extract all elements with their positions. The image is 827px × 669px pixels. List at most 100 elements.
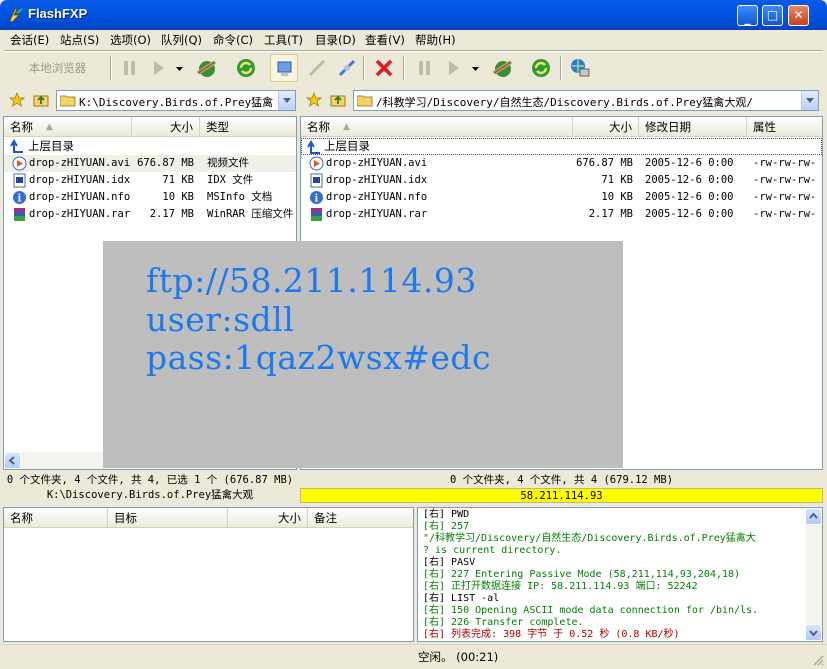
svg-text:i: i [315, 194, 319, 205]
menu-tools[interactable]: 工具(T) [264, 32, 303, 49]
table-row[interactable]: drop-zHIYUAN.idx 71 KB 2005-12-6 0:00 -r… [301, 172, 822, 189]
log-line: [右] 257 [423, 521, 470, 532]
parent-directory-row[interactable]: 上层目录 [4, 138, 296, 155]
favorites-star-icon[interactable] [306, 92, 322, 108]
log-line: [右] 226 Transfer complete. [423, 617, 584, 628]
menu-site[interactable]: 站点(S) [60, 32, 99, 49]
remote-path-dropdown-button[interactable] [801, 91, 818, 110]
chevron-down-icon [472, 67, 479, 71]
resize-grip-icon[interactable] [812, 654, 824, 666]
minimize-button[interactable]: _ [737, 5, 758, 26]
menu-commands[interactable]: 命令(C) [213, 32, 253, 49]
local-path-combobox[interactable]: K:\Discovery.Birds.of.Prey猛禽大 [56, 90, 296, 111]
transfer-remote-dropdown[interactable] [468, 54, 482, 82]
column-name[interactable]: 名称 ▲ [301, 117, 573, 137]
refresh-remote-button[interactable] [527, 54, 555, 82]
site-manager-button[interactable] [566, 54, 594, 82]
table-row[interactable]: drop-zHIYUAN.rar 2.17 MB WinRAR 压缩文件 [4, 206, 296, 223]
queue-column-size[interactable]: 大小 [228, 508, 308, 528]
menu-queue[interactable]: 队列(Q) [161, 32, 202, 49]
log-line: ? is current directory. [423, 545, 562, 556]
table-row[interactable]: drop-zHIYUAN.rar 2.17 MB 2005-12-6 0:00 … [301, 206, 822, 223]
column-name-label: 名称 [307, 120, 330, 134]
transfer-queue[interactable]: 名称 目标 大小 备注 [3, 507, 414, 642]
maximize-icon: □ [766, 8, 779, 22]
scroll-left-button[interactable] [4, 452, 21, 469]
parent-directory-label: 上层目录 [28, 139, 74, 153]
scroll-up-button[interactable] [805, 508, 822, 525]
menu-help[interactable]: 帮助(H) [415, 32, 456, 49]
menu-directory[interactable]: 目录(D) [315, 32, 356, 49]
column-attributes[interactable]: 属性 [747, 117, 822, 137]
connect-remote-button[interactable] [488, 54, 516, 82]
favorites-star-icon[interactable] [9, 92, 25, 108]
log-line: [右] 150 Opening ASCII mode data connecti… [423, 605, 759, 616]
file-size: 10 KB [601, 191, 633, 203]
folder-icon [357, 95, 373, 107]
file-name: drop-zHIYUAN.idx [326, 174, 428, 186]
transfer-button[interactable] [145, 54, 173, 82]
table-row[interactable]: drop-zHIYUAN.avi 676.87 MB 2005-12-6 0:0… [301, 155, 822, 172]
queue-column-name[interactable]: 名称 [4, 508, 108, 528]
file-name: drop-zHIYUAN.nfo [326, 191, 428, 203]
maximize-button[interactable]: □ [762, 5, 783, 26]
title-bar[interactable]: FlashFXP _ □ ✕ [0, 0, 827, 30]
scroll-down-button[interactable] [805, 624, 822, 641]
refresh-local-button[interactable] [232, 54, 260, 82]
svg-text:i: i [18, 194, 22, 205]
remote-path-bar: /科教学习/Discovery/自然生态/Discovery.Birds.of.… [300, 88, 823, 112]
parent-folder-icon[interactable] [33, 92, 49, 108]
local-path-dropdown-button[interactable] [278, 91, 295, 110]
menu-session[interactable]: 会话(E) [10, 32, 49, 49]
local-browser-button[interactable]: 本地浏览器 [10, 57, 105, 79]
pause-remote-button[interactable] [411, 54, 439, 82]
menu-view[interactable]: 查看(V) [365, 32, 405, 49]
file-name: drop-zHIYUAN.nfo [29, 191, 131, 203]
column-size[interactable]: 大小 [573, 117, 639, 137]
pause-button[interactable] [116, 54, 144, 82]
credentials-overlay: ftp://58.211.114.93 user:sdll pass:1qaz2… [103, 241, 623, 468]
queue-column-target[interactable]: 目标 [108, 508, 228, 528]
local-folder-button[interactable] [270, 54, 298, 82]
table-row[interactable]: i drop-zHIYUAN.nfo 10 KB MSInfo 文档 [4, 189, 296, 206]
column-size[interactable]: 大小 [132, 117, 200, 137]
idx-file-icon [13, 173, 26, 188]
file-name: drop-zHIYUAN.avi [326, 157, 428, 169]
chevron-down-icon [176, 67, 183, 71]
transfer-dropdown[interactable] [172, 54, 186, 82]
log-vertical-scrollbar[interactable] [805, 508, 822, 641]
menu-options[interactable]: 选项(O) [110, 32, 151, 49]
chevron-up-icon [809, 512, 818, 519]
sort-ascending-icon: ▲ [343, 122, 350, 132]
queue-column-notes[interactable]: 备注 [308, 508, 413, 528]
flashfxp-logo-icon [9, 8, 23, 23]
toolbar-separator [363, 56, 365, 80]
parent-folder-icon[interactable] [330, 92, 346, 108]
column-date[interactable]: 修改日期 [639, 117, 747, 137]
log-line: [右] PWD [423, 509, 470, 520]
quick-connect-button[interactable] [333, 54, 361, 82]
file-attributes: -rw-rw-rw- [753, 157, 817, 169]
session-log[interactable]: [右] PWD [右] 257 "/科教学习/Discovery/自然生态/Di… [417, 507, 823, 642]
file-size: 71 KB [162, 174, 194, 186]
disconnect-plug-icon [308, 59, 326, 77]
parent-directory-row[interactable]: 上层目录 [301, 138, 822, 155]
close-button[interactable]: ✕ [788, 5, 809, 26]
file-name: drop-zHIYUAN.rar [326, 208, 428, 220]
close-icon: ✕ [793, 8, 804, 22]
connect-button[interactable] [192, 54, 220, 82]
table-row[interactable]: drop-zHIYUAN.avi 676.87 MB 视频文件 [4, 155, 296, 172]
menu-separator [4, 50, 823, 52]
abort-button[interactable] [370, 54, 398, 82]
idx-file-icon [310, 173, 323, 188]
status-text: 空闲。 (00:21) [418, 650, 499, 664]
table-row[interactable]: i drop-zHIYUAN.nfo 10 KB 2005-12-6 0:00 … [301, 189, 822, 206]
table-row[interactable]: drop-zHIYUAN.idx 71 KB IDX 文件 [4, 172, 296, 189]
file-date: 2005-12-6 0:00 [645, 157, 734, 169]
transfer-play-icon [154, 61, 164, 75]
column-name[interactable]: 名称 ▲ [4, 117, 132, 137]
disconnect-button[interactable] [303, 54, 331, 82]
transfer-remote-button[interactable] [440, 54, 468, 82]
remote-path-combobox[interactable]: /科教学习/Discovery/自然生态/Discovery.Birds.of.… [353, 90, 819, 111]
column-type[interactable]: 类型 [200, 117, 296, 137]
